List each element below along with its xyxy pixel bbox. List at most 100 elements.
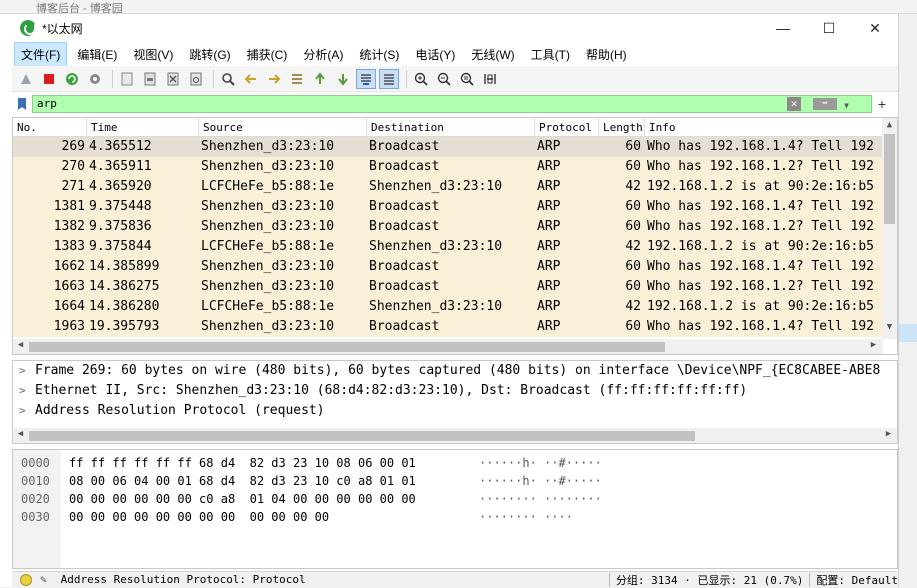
expand-chevron-icon[interactable]: >	[19, 401, 35, 421]
expert-info-icon[interactable]	[20, 573, 32, 586]
reload-file-icon[interactable]	[186, 69, 206, 89]
packet-row[interactable]: 1963 19.395793 Shenzhen_d3:23:10 Broadcast A…	[13, 317, 883, 337]
packet-list-vertical-scrollbar[interactable]: ▲ ▼	[882, 118, 897, 339]
menu-wireless[interactable]: 无线(W)	[465, 43, 520, 66]
maximize-button[interactable]: ☐	[806, 14, 852, 42]
column-header-protocol[interactable]: Protocol	[535, 118, 599, 136]
minimize-button[interactable]: —	[760, 14, 806, 42]
display-filter-input[interactable]: arp ✕ ➡ ▼	[32, 95, 872, 113]
bytes-hex: 00 00 00 00 00 00 c0 a8 01 04 00 00 00 0…	[69, 492, 416, 506]
detail-row-frame[interactable]: > Frame 269: 60 bytes on wire (480 bits),…	[13, 361, 897, 381]
column-header-length[interactable]: Length	[599, 118, 645, 136]
stop-capture-icon[interactable]	[39, 69, 59, 89]
menu-telephony[interactable]: 电话(Y)	[409, 43, 461, 66]
menu-statistics[interactable]: 统计(S)	[353, 43, 405, 66]
scroll-thumb[interactable]	[884, 134, 895, 224]
packet-row[interactable]: 1663 14.386275 Shenzhen_d3:23:10 Broadcast A…	[13, 277, 883, 297]
packet-row[interactable]: 1383 9.375844 LCFCHeFe_b5:88:1e Shenzhen_d3…	[13, 237, 883, 257]
packet-row[interactable]: 270 4.365911 Shenzhen_d3:23:10 Broadcast ARP…	[13, 157, 883, 177]
go-back-icon[interactable]	[241, 69, 261, 89]
scroll-thumb[interactable]	[29, 431, 695, 441]
scroll-right-icon[interactable]: ▶	[866, 340, 881, 350]
profile-label[interactable]: 配置: Default	[816, 572, 898, 588]
details-horizontal-scrollbar[interactable]: ◀ ▶	[13, 428, 897, 443]
apply-filter-icon[interactable]: ➡	[813, 98, 837, 110]
zoom-out-icon[interactable]	[434, 69, 454, 89]
bytes-row[interactable]: 0030 00 00 00 00 00 00 00 00 00 00 00 00 ·…	[13, 508, 897, 526]
colorize-icon[interactable]	[379, 68, 399, 89]
menu-help[interactable]: 帮助(H)	[580, 43, 633, 66]
column-header-info[interactable]: Info	[645, 118, 883, 136]
cell-source: LCFCHeFe_b5:88:1e	[201, 239, 335, 254]
column-header-no[interactable]: No.	[13, 118, 87, 136]
menu-go[interactable]: 跳转(G)	[183, 43, 236, 66]
bytes-row[interactable]: 0010 08 00 06 04 00 01 68 d4 82 d3 23 10 …	[13, 472, 897, 490]
packet-bytes-pane: 0000 ff ff ff ff ff ff 68 d4 82 d3 23 10 …	[12, 449, 898, 569]
resize-columns-icon[interactable]	[480, 69, 500, 89]
close-button[interactable]: ✕	[852, 14, 898, 42]
autoscroll-icon[interactable]	[356, 68, 376, 89]
go-to-packet-icon[interactable]	[287, 69, 307, 89]
background-window-edge	[898, 14, 917, 587]
scroll-left-icon[interactable]: ◀	[13, 429, 28, 439]
go-last-icon[interactable]	[333, 69, 353, 89]
detail-row-arp[interactable]: > Address Resolution Protocol (request)	[13, 401, 897, 421]
packet-row[interactable]: 1381 9.375448 Shenzhen_d3:23:10 Broadcast AR…	[13, 197, 883, 217]
filter-history-chevron-icon[interactable]: ▼	[844, 98, 849, 114]
bytes-ascii: ······h· ··#·····	[479, 456, 602, 470]
column-header-time[interactable]: Time	[87, 118, 199, 136]
expand-chevron-icon[interactable]: >	[19, 381, 35, 401]
cell-info: 192.168.1.2 is at 90:2e:16:b5	[647, 239, 874, 254]
scroll-left-icon[interactable]: ◀	[13, 340, 28, 350]
packet-row[interactable]: 1664 14.386280 LCFCHeFe_b5:88:1e Shenzhen_d…	[13, 297, 883, 317]
packet-row[interactable]: 1382 9.375836 Shenzhen_d3:23:10 Broadcast AR…	[13, 217, 883, 237]
status-separator	[809, 572, 811, 587]
zoom-in-icon[interactable]	[411, 69, 431, 89]
filter-bookmark-icon[interactable]	[14, 95, 30, 113]
restart-capture-icon[interactable]	[62, 69, 82, 89]
packet-row[interactable]: 269 4.365512 Shenzhen_d3:23:10 Broadcast ARP…	[13, 137, 883, 157]
packet-row[interactable]: 271 4.365920 LCFCHeFe_b5:88:1e Shenzhen_d3:…	[13, 177, 883, 197]
menu-file[interactable]: 文件(F)	[14, 41, 68, 67]
save-file-icon[interactable]	[140, 69, 160, 89]
menu-tools[interactable]: 工具(T)	[525, 43, 576, 66]
scroll-right-icon[interactable]: ▶	[881, 429, 896, 439]
cell-source: Shenzhen_d3:23:10	[201, 199, 335, 214]
packet-list-horizontal-scrollbar[interactable]: ◀ ▶	[13, 339, 883, 354]
cell-time: 9.375448	[89, 199, 152, 214]
add-filter-button-icon[interactable]: +	[872, 96, 892, 112]
go-first-icon[interactable]	[310, 69, 330, 89]
cell-protocol: ARP	[537, 159, 561, 174]
menu-capture[interactable]: 捕获(C)	[241, 43, 294, 66]
scroll-down-icon[interactable]: ▼	[882, 322, 897, 332]
bytes-row[interactable]: 0000 ff ff ff ff ff ff 68 d4 82 d3 23 10 …	[13, 454, 897, 472]
scroll-up-icon[interactable]: ▲	[882, 120, 897, 130]
cell-destination: Broadcast	[369, 139, 440, 154]
find-packet-icon[interactable]	[218, 69, 238, 89]
close-file-icon[interactable]	[163, 69, 183, 89]
capture-options-icon[interactable]	[85, 69, 105, 89]
display-filter-bar: arp ✕ ➡ ▼ +	[12, 93, 898, 115]
cell-protocol: ARP	[537, 279, 561, 294]
cell-protocol: ARP	[537, 239, 561, 254]
toolbar-separator	[213, 69, 214, 88]
cell-length: 60	[625, 139, 641, 154]
bytes-row[interactable]: 0020 00 00 00 00 00 00 c0 a8 01 04 00 00 …	[13, 490, 897, 508]
detail-row-ethernet[interactable]: > Ethernet II, Src: Shenzhen_d3:23:10 (68…	[13, 381, 897, 401]
open-file-icon[interactable]	[117, 69, 137, 89]
packet-row[interactable]: 1662 14.385899 Shenzhen_d3:23:10 Broadcast A…	[13, 257, 883, 277]
menu-edit[interactable]: 编辑(E)	[71, 43, 123, 66]
start-capture-icon[interactable]	[16, 69, 36, 89]
status-field-text: Address Resolution Protocol: Protocol	[60, 573, 306, 586]
menu-view[interactable]: 视图(V)	[127, 43, 179, 66]
edit-comment-icon[interactable]: ✎	[40, 573, 47, 586]
expand-chevron-icon[interactable]: >	[19, 361, 35, 381]
clear-filter-icon[interactable]: ✕	[787, 97, 801, 111]
normal-size-icon[interactable]	[457, 69, 477, 89]
cell-length: 60	[625, 259, 641, 274]
scroll-thumb[interactable]	[29, 342, 665, 352]
menu-analyze[interactable]: 分析(A)	[297, 43, 349, 66]
go-forward-icon[interactable]	[264, 69, 284, 89]
column-header-destination[interactable]: Destination	[367, 118, 535, 136]
column-header-source[interactable]: Source	[199, 118, 367, 136]
